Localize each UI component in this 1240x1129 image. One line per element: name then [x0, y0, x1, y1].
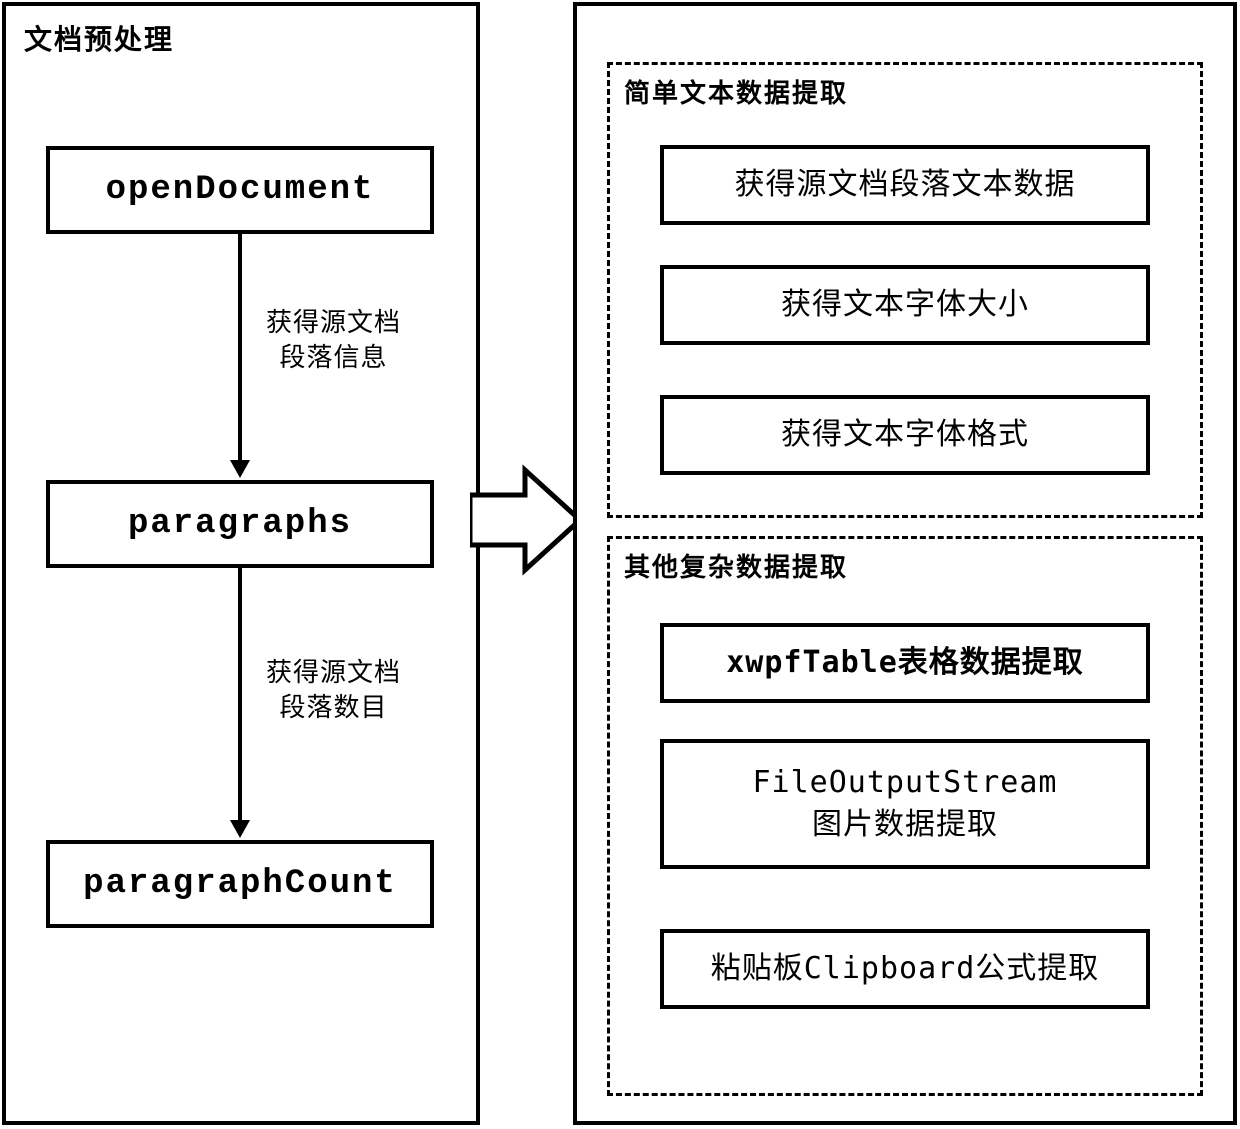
simple-item-2: 获得文本字体格式 [660, 395, 1150, 475]
complex-item-2: 粘贴板Clipboard公式提取 [660, 929, 1150, 1009]
right-panel: 简单文本数据提取 获得源文档段落文本数据 获得文本字体大小 获得文本字体格式 其… [573, 2, 1237, 1125]
simple-item-0-label: 获得源文档段落文本数据 [735, 164, 1076, 206]
complex-item-1: FileOutputStream 图片数据提取 [660, 739, 1150, 869]
node-paragraph-count: paragraphCount [46, 840, 434, 928]
complex-item-1-label: FileOutputStream 图片数据提取 [753, 762, 1058, 846]
arrow-open-to-paragraphs [238, 234, 242, 464]
complex-item-0: xwpfTable表格数据提取 [660, 623, 1150, 703]
left-panel-title: 文档预处理 [24, 18, 174, 58]
node-open-document: openDocument [46, 146, 434, 234]
node-paragraphs-label: paragraphs [128, 505, 352, 543]
arrowhead-open-to-paragraphs [230, 460, 250, 478]
simple-extraction-title: 简单文本数据提取 [624, 73, 848, 110]
complex-item-0-label: xwpfTable表格数据提取 [726, 642, 1084, 684]
node-paragraph-count-label: paragraphCount [83, 865, 397, 903]
edge-label-paragraphs: 获得源文档 段落信息 [266, 306, 401, 376]
complex-item-2-label: 粘贴板Clipboard公式提取 [711, 948, 1100, 990]
arrow-paragraphs-to-count [238, 568, 242, 824]
simple-extraction-panel: 简单文本数据提取 获得源文档段落文本数据 获得文本字体大小 获得文本字体格式 [607, 62, 1203, 518]
complex-extraction-panel: 其他复杂数据提取 xwpfTable表格数据提取 FileOutputStrea… [607, 536, 1203, 1096]
edge-label-paragraph-count: 获得源文档 段落数目 [266, 656, 401, 726]
simple-item-2-label: 获得文本字体格式 [781, 414, 1029, 456]
simple-item-0: 获得源文档段落文本数据 [660, 145, 1150, 225]
simple-item-1-label: 获得文本字体大小 [781, 284, 1029, 326]
node-paragraphs: paragraphs [46, 480, 434, 568]
complex-extraction-title: 其他复杂数据提取 [624, 547, 848, 584]
left-panel: 文档预处理 openDocument 获得源文档 段落信息 paragraphs… [2, 2, 480, 1125]
node-open-document-label: openDocument [106, 171, 375, 209]
simple-item-1: 获得文本字体大小 [660, 265, 1150, 345]
arrowhead-paragraphs-to-count [230, 820, 250, 838]
flow-arrow-icon [470, 460, 590, 580]
